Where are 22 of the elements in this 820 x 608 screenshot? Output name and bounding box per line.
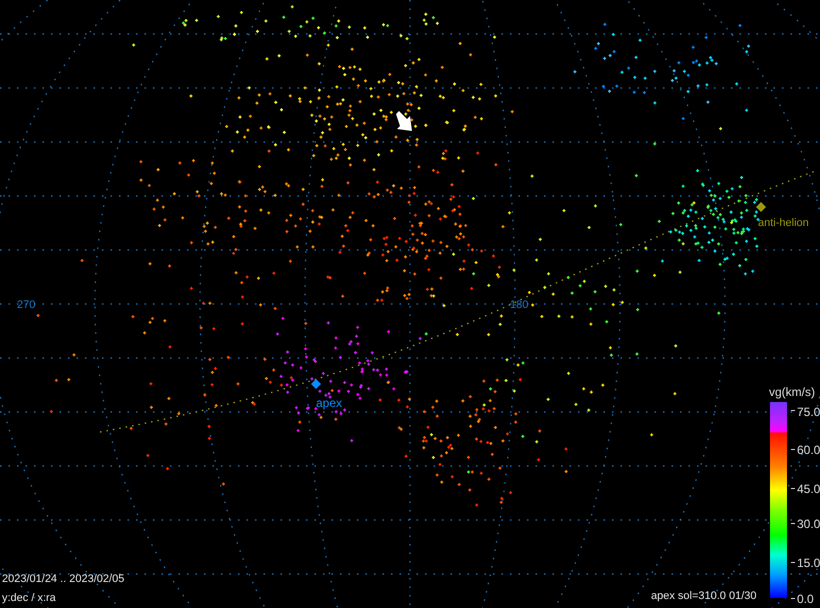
apex-info-text: apex sol=310.0 01/30 — [651, 589, 757, 604]
anti-helion-label: anti-helion — [758, 216, 809, 231]
tick-mark — [791, 410, 795, 411]
colorbar-tick-label: 75.0 — [797, 404, 820, 421]
tick-mark — [791, 488, 795, 489]
colorbar-tick-label: 30.0 — [797, 516, 820, 533]
tick-mark — [791, 598, 795, 599]
tick-mark — [791, 562, 795, 563]
pointer-arrow — [396, 111, 412, 131]
ra-label: 270 — [17, 298, 36, 313]
colorbar-tick-label: 0.0 — [797, 591, 814, 608]
colorbar-title: vg(km/s) — [769, 384, 815, 401]
apex-label: apex — [316, 395, 342, 412]
axes-text: y:dec / x:ra — [2, 591, 56, 606]
colorbar-tick-label: 15.0 — [797, 555, 820, 572]
tick-mark — [791, 449, 795, 450]
apex-marker — [311, 379, 321, 389]
colorbar-tick-label: 45.0 — [797, 481, 820, 498]
colorbar-tick-label: 60.0 — [797, 442, 820, 459]
tick-mark — [791, 523, 795, 524]
date-range-text: 2023/01/24 .. 2023/02/05 — [2, 572, 124, 587]
anti-helion-marker — [756, 202, 766, 212]
